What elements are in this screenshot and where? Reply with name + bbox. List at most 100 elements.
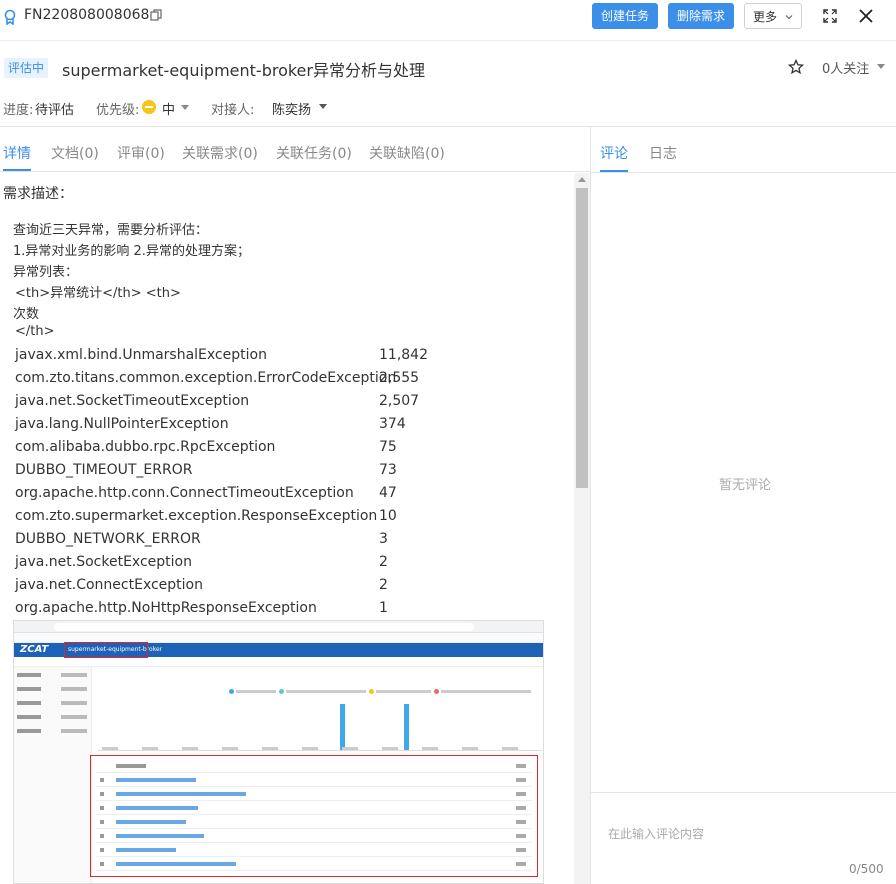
- zcat-exception-table: [90, 755, 538, 877]
- progress-value: 待评估: [35, 103, 75, 118]
- exception-name: com.alibaba.dubbo.rpc.RpcException: [15, 439, 276, 455]
- description-line: 1.异常对业务的影响 2.异常的处理方案；: [13, 244, 250, 259]
- tab-logs[interactable]: 日志: [649, 143, 677, 163]
- zcat-chart: [98, 685, 542, 751]
- contact-value[interactable]: 陈奕扬: [272, 99, 311, 118]
- copy-icon[interactable]: [150, 9, 162, 21]
- zcat-nav: [14, 657, 543, 667]
- table-row: [96, 829, 532, 843]
- table-row: [96, 801, 532, 815]
- table-row: [96, 787, 532, 801]
- progress-label: 进度:: [3, 103, 34, 118]
- exception-count: 2,555: [379, 370, 420, 386]
- description-line: 次数: [13, 307, 40, 322]
- priority-label: 优先级:: [96, 103, 140, 118]
- x-tick: [502, 747, 518, 750]
- divider: [0, 40, 896, 41]
- tab-reviews[interactable]: 评审(0): [117, 143, 165, 163]
- table-row: [96, 773, 532, 787]
- divider: [591, 172, 896, 173]
- tab-documents[interactable]: 文档(0): [51, 143, 99, 163]
- x-tick: [422, 747, 438, 750]
- exception-count: 11,842: [379, 347, 428, 363]
- description-line: </th>: [15, 324, 55, 339]
- contact-label: 对接人:: [211, 103, 255, 118]
- exception-count: 2,507: [379, 393, 420, 409]
- exception-name: java.net.ConnectException: [15, 577, 203, 593]
- exception-count: 10: [379, 508, 397, 524]
- description-line: 异常列表：: [13, 265, 79, 280]
- browser-toolbar: [14, 621, 543, 633]
- create-task-button[interactable]: 创建任务: [592, 3, 658, 29]
- description-label: 需求描述：: [3, 186, 73, 202]
- exception-name: DUBBO_TIMEOUT_ERROR: [15, 462, 193, 478]
- exception-name: java.net.SocketTimeoutException: [15, 393, 250, 409]
- top-bar: FN220808008068 创建任务 删除需求 更多: [0, 0, 896, 36]
- empty-comments: 暂无评论: [719, 478, 772, 493]
- highlight-box: [64, 642, 148, 658]
- chevron-down-icon[interactable]: [181, 105, 189, 111]
- tab-related-bugs[interactable]: 关联缺陷(0): [369, 143, 445, 163]
- chart-bar: [340, 704, 345, 750]
- x-tick: [262, 747, 278, 750]
- exception-count: 1: [379, 600, 388, 616]
- zcat-sidebar: [14, 667, 92, 883]
- x-tick: [142, 747, 158, 750]
- exception-count: 73: [379, 462, 397, 478]
- tab-related-tasks[interactable]: 关联任务(0): [276, 143, 352, 163]
- x-tick: [302, 747, 318, 750]
- tab-related-requirements[interactable]: 关联需求(0): [182, 143, 258, 163]
- more-button-label: 更多: [753, 10, 778, 24]
- star-icon[interactable]: [788, 59, 804, 75]
- x-tick: [462, 747, 478, 750]
- description-line: <th>异常统计</th> <th>: [15, 286, 181, 301]
- x-tick: [382, 747, 398, 750]
- table-row: [96, 843, 532, 857]
- embedded-screenshot: ZCAT supermarket-equipment-broker: [13, 620, 544, 884]
- exception-name: com.zto.titans.common.exception.ErrorCod…: [15, 370, 397, 386]
- table-row: [96, 815, 532, 829]
- scroll-up-icon[interactable]: [578, 176, 586, 182]
- x-tick: [102, 747, 118, 750]
- zcat-logo: ZCAT: [20, 644, 49, 655]
- follow-count[interactable]: 0人关注: [822, 58, 869, 77]
- chevron-down-icon: [785, 15, 793, 20]
- more-button[interactable]: 更多: [744, 3, 802, 29]
- chevron-down-icon[interactable]: [877, 64, 885, 70]
- table-row: [96, 857, 532, 871]
- x-tick: [342, 747, 358, 750]
- sidebar-row: [17, 673, 89, 679]
- exception-name: javax.xml.bind.UnmarshalException: [15, 347, 267, 363]
- detail-tabs: 详情 文档(0) 评审(0) 关联需求(0) 关联任务(0) 关联缺陷(0): [0, 127, 590, 172]
- sidebar-row: [17, 729, 89, 735]
- priority-icon: [142, 100, 156, 114]
- tab-comments[interactable]: 评论: [600, 143, 628, 163]
- exception-name: org.apache.http.NoHttpResponseException: [15, 600, 317, 616]
- exception-count: 374: [379, 416, 406, 432]
- requirement-id: FN220808008068: [24, 7, 150, 23]
- chevron-down-icon[interactable]: [319, 104, 327, 110]
- comment-char-count: 0/500: [849, 862, 884, 876]
- requirement-icon: [4, 9, 16, 25]
- exception-count: 2: [379, 577, 388, 593]
- x-tick: [182, 747, 198, 750]
- tab-detail[interactable]: 详情: [3, 143, 31, 163]
- exception-count: 3: [379, 531, 388, 547]
- address-bar: [54, 623, 474, 631]
- exception-count: 47: [379, 485, 397, 501]
- scrollbar-thumb[interactable]: [576, 188, 588, 488]
- delete-requirement-button[interactable]: 删除需求: [668, 3, 734, 29]
- sidebar-row: [17, 715, 89, 721]
- exception-name: DUBBO_NETWORK_ERROR: [15, 531, 201, 547]
- sidebar-row: [17, 701, 89, 707]
- fullscreen-icon[interactable]: [822, 8, 838, 24]
- x-tick: [222, 747, 238, 750]
- sidebar-row: [17, 687, 89, 693]
- exception-name: com.zto.supermarket.exception.ResponseEx…: [15, 508, 378, 524]
- close-icon[interactable]: [858, 8, 874, 24]
- priority-value[interactable]: 中: [162, 99, 175, 118]
- active-tab-indicator: [3, 169, 31, 171]
- comment-placeholder[interactable]: 在此输入评论内容: [608, 825, 704, 842]
- exception-name: java.net.SocketException: [15, 554, 192, 570]
- panel-divider: [590, 127, 591, 884]
